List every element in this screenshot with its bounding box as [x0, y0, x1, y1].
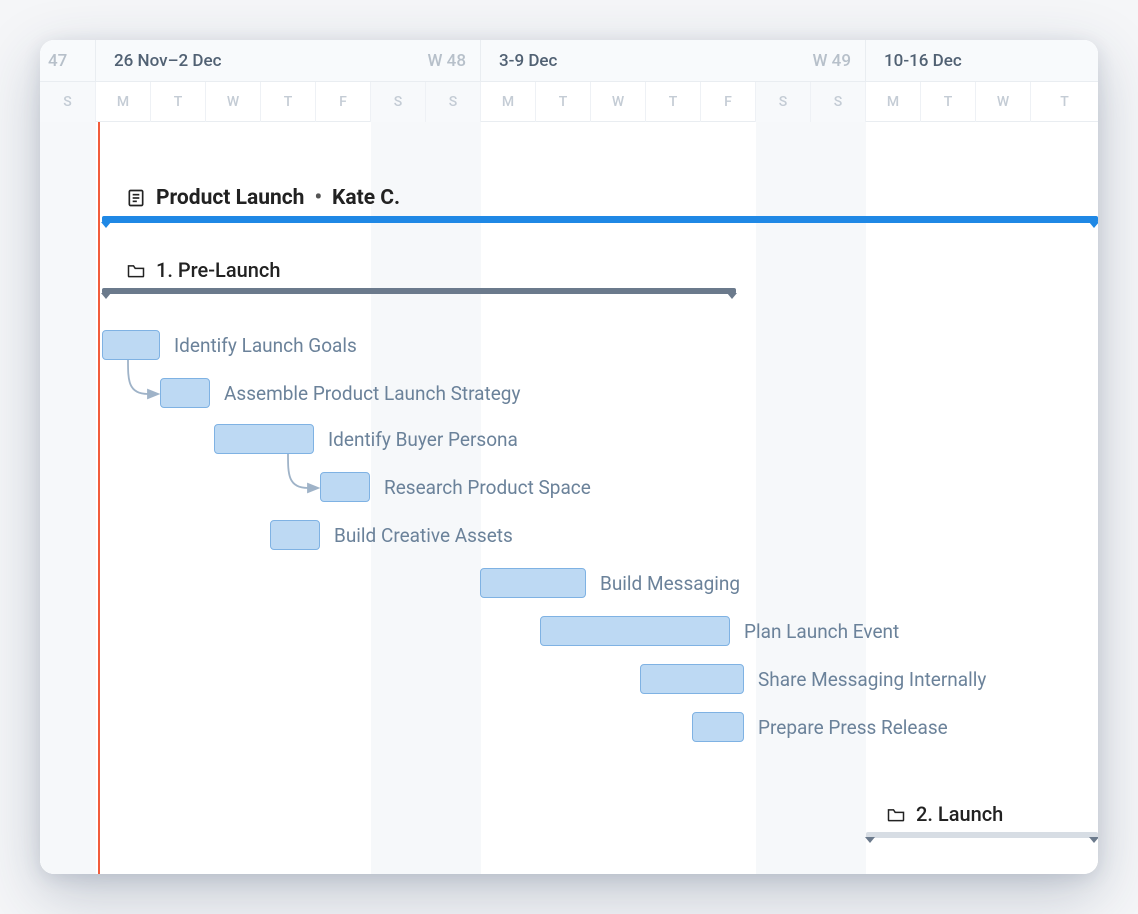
day-cell: T: [921, 82, 976, 122]
weeks-header: 47 26 Nov–2 Dec W 48 3-9 Dec W 49 10-16 …: [40, 40, 1098, 82]
task-duration[interactable]: [102, 330, 160, 360]
day-cell: S: [426, 82, 481, 122]
task-bar[interactable]: Plan Launch Event: [540, 616, 899, 646]
gantt-chart[interactable]: 47 26 Nov–2 Dec W 48 3-9 Dec W 49 10-16 …: [40, 40, 1098, 874]
task-duration[interactable]: [480, 568, 586, 598]
week-label: 10-16 Dec: [884, 51, 962, 71]
day-cell: T: [536, 82, 591, 122]
day-cell: M: [96, 82, 151, 122]
task-bar[interactable]: Share Messaging Internally: [640, 664, 986, 694]
day-cell: F: [701, 82, 756, 122]
week-48[interactable]: 26 Nov–2 Dec W 48: [96, 40, 481, 82]
task-label: Identify Launch Goals: [174, 334, 357, 357]
task-label: Share Messaging Internally: [758, 668, 986, 691]
day-cell: W: [591, 82, 646, 122]
day-cell: F: [316, 82, 371, 122]
day-cell: S: [371, 82, 426, 122]
day-cell: W: [976, 82, 1031, 122]
day-cell: S: [40, 82, 96, 122]
task-label: Build Messaging: [600, 572, 740, 595]
week-prev: 47: [40, 40, 96, 82]
day-cell: S: [811, 82, 866, 122]
task-bar[interactable]: Prepare Press Release: [692, 712, 948, 742]
day-cell: M: [866, 82, 921, 122]
task-bar[interactable]: Build Messaging: [480, 568, 740, 598]
week-49[interactable]: 3-9 Dec W 49: [481, 40, 866, 82]
week-number: W 49: [812, 51, 851, 71]
gantt-window: 47 26 Nov–2 Dec W 48 3-9 Dec W 49 10-16 …: [40, 40, 1098, 874]
task-label: Plan Launch Event: [744, 620, 899, 643]
task-label: Build Creative Assets: [334, 524, 513, 547]
task-label: Assemble Product Launch Strategy: [224, 382, 520, 405]
day-cell: T: [646, 82, 701, 122]
task-bar[interactable]: Identify Launch Goals: [102, 330, 357, 360]
week-label: 26 Nov–2 Dec: [114, 51, 221, 71]
task-bar[interactable]: Identify Buyer Persona: [214, 424, 518, 454]
task-duration[interactable]: [320, 472, 370, 502]
day-cell: S: [756, 82, 811, 122]
folder-header-2[interactable]: 2. Launch: [886, 802, 1003, 826]
week-50[interactable]: 10-16 Dec: [866, 40, 1098, 82]
day-cell: M: [481, 82, 536, 122]
folder-icon: [886, 805, 906, 823]
task-bar[interactable]: Build Creative Assets: [270, 520, 513, 550]
task-duration[interactable]: [214, 424, 314, 454]
chart-area[interactable]: Product Launch • Kate C. 1. Pre-Launch: [40, 122, 1098, 874]
task-duration[interactable]: [640, 664, 744, 694]
day-cell: T: [1031, 82, 1098, 122]
day-cell: W: [206, 82, 261, 122]
task-label: Prepare Press Release: [758, 716, 948, 739]
task-duration[interactable]: [270, 520, 320, 550]
day-cell: T: [261, 82, 316, 122]
week-prev-num: 47: [48, 51, 67, 71]
folder-title: 2. Launch: [916, 802, 1003, 826]
folder-span-bar-2[interactable]: [866, 832, 1098, 838]
days-header: S M T W T F S S M T W T F S S M T W T: [40, 82, 1098, 122]
task-bar[interactable]: Assemble Product Launch Strategy: [160, 378, 520, 408]
task-bar[interactable]: Research Product Space: [320, 472, 591, 502]
task-label: Research Product Space: [384, 476, 591, 499]
task-label: Identify Buyer Persona: [328, 428, 518, 451]
week-number: W 48: [427, 51, 466, 71]
task-duration[interactable]: [160, 378, 210, 408]
task-duration[interactable]: [540, 616, 730, 646]
task-duration[interactable]: [692, 712, 744, 742]
day-cell: T: [151, 82, 206, 122]
week-label: 3-9 Dec: [499, 51, 557, 71]
